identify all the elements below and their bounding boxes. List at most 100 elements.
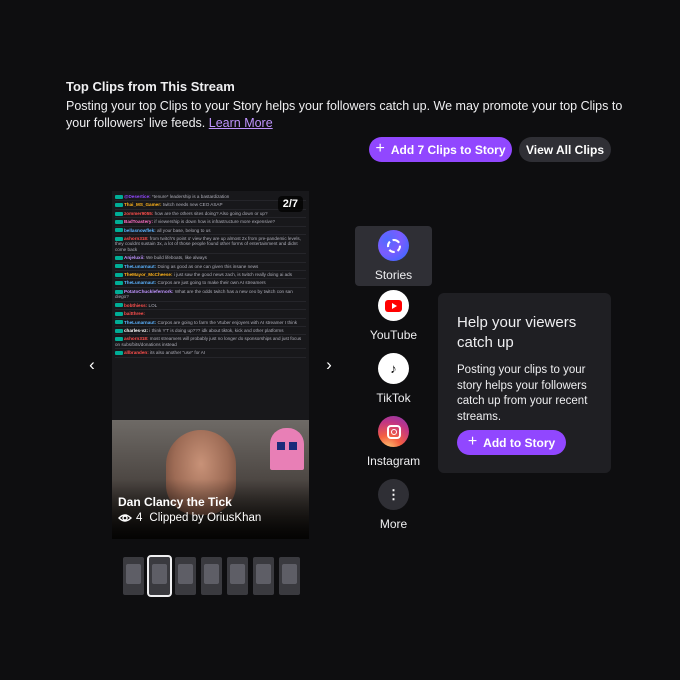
tiktok-icon: ♪ — [378, 353, 409, 384]
chat-message: TheLunarnaut: Doing as good as one can g… — [115, 263, 306, 272]
instagram-icon — [378, 416, 409, 447]
chat-text: how are the others sites doing? Also goi… — [154, 210, 268, 216]
chat-text: twitch needs new CEO ASAP — [162, 202, 223, 208]
platform-label: More — [379, 517, 408, 531]
chat-message: BadToastery: if viewership is down how i… — [115, 218, 306, 227]
eye-icon — [118, 514, 132, 522]
chat-username: TheMayor_McCheese: — [124, 272, 173, 278]
platform-stories[interactable]: Stories — [355, 226, 432, 286]
clip-preview[interactable]: @Desertice: *tenure* leadership is a bas… — [112, 191, 309, 539]
chat-badge-icon — [115, 236, 123, 241]
chat-username: @Desertice: — [124, 194, 151, 199]
add-clips-label: Add 7 Clips to Story — [390, 142, 506, 157]
chat-username: TheLunarnaut: — [124, 280, 157, 286]
clip-thumbnail[interactable] — [253, 557, 274, 595]
chevron-right-icon[interactable]: › — [321, 356, 337, 374]
chat-username: zommer9055: — [124, 210, 154, 216]
more-icon: ⋮ — [378, 479, 409, 510]
chat-username: Anjeluxii: — [124, 255, 145, 261]
chat-message: bellasnowflek: all your base, belong to … — [115, 227, 306, 236]
plus-icon: + — [375, 139, 385, 157]
chat-username: charles-vz: — [124, 327, 149, 333]
clip-thumbnail[interactable] — [175, 557, 196, 595]
platform-more[interactable]: ⋮ More — [355, 475, 432, 538]
chat-username: PotatoChucklefernork: — [124, 288, 174, 294]
chat-username: TheLunarnaut: — [124, 319, 157, 325]
clip-thumbnail[interactable] — [279, 557, 300, 595]
chat-username: TheLunarnaut: — [124, 263, 157, 269]
chat-message: zommer9055: how are the others sites doi… — [115, 210, 306, 219]
pixel-ghost-image — [270, 428, 304, 470]
clip-counter: 2/7 — [277, 196, 303, 212]
chat-badge-icon — [115, 194, 123, 199]
platform-label: Instagram — [366, 454, 421, 468]
platform-label: Stories — [374, 268, 413, 282]
chat-username: BadToastery: — [124, 219, 154, 225]
chat-badge-icon — [115, 289, 123, 294]
stories-icon — [378, 230, 409, 261]
chat-message: TheLunarnaut: Corpos are going to farm t… — [115, 319, 306, 327]
chat-badge-icon — [115, 350, 123, 355]
section-description: Posting your top Clips to your Story hel… — [66, 98, 626, 132]
chat-text: i just saw the good news zach, is twitch… — [173, 272, 293, 278]
platform-label: TikTok — [376, 391, 411, 405]
chat-badge-icon — [115, 272, 123, 277]
learn-more-link[interactable]: Learn More — [209, 116, 273, 130]
chat-badge-icon — [115, 256, 123, 261]
clip-thumbnail[interactable] — [147, 555, 172, 597]
chat-text: Corpos are just going to make their own … — [157, 280, 266, 286]
chat-badge-icon — [115, 281, 123, 286]
chat-username: allbranden: — [124, 350, 149, 356]
chat-username: ashorn318: — [124, 336, 149, 342]
chat-text: LOL — [148, 302, 158, 308]
chat-badge-icon — [115, 311, 123, 316]
thumbnail-strip — [123, 555, 300, 597]
clip-title: Dan Clancy the Tick — [118, 495, 232, 509]
chat-message: TheLunarnaut: Corpos are just going to m… — [115, 279, 306, 288]
chevron-left-icon[interactable]: ‹ — [84, 356, 100, 374]
clipped-by: Clipped by OriusKhan — [149, 512, 262, 524]
video-gradient — [112, 479, 309, 539]
platform-label: YouTube — [369, 328, 418, 342]
chat-text: i think Y'T is doing up??? idk about tik… — [149, 327, 284, 333]
clip-thumbnail[interactable] — [201, 557, 222, 595]
description-text: Posting your top Clips to your Story hel… — [66, 99, 623, 130]
chat-badge-icon — [115, 337, 123, 342]
chat-text: We build lifeboats, like always — [145, 255, 207, 261]
youtube-icon — [378, 290, 409, 321]
platform-tiktok[interactable]: ♪ TikTok — [355, 349, 432, 412]
chat-username: bobthiess: — [124, 302, 148, 308]
clip-thumbnail[interactable] — [227, 557, 248, 595]
clip-meta: 4 Clipped by OriusKhan — [118, 512, 261, 524]
view-count: 4 — [136, 512, 143, 524]
chat-message: baitthree: — [115, 310, 306, 319]
platform-youtube[interactable]: YouTube — [355, 286, 432, 349]
clip-thumbnail[interactable] — [123, 557, 144, 595]
chat-text: Doing as good as one can given this insa… — [157, 263, 259, 269]
add-clips-to-story-button[interactable]: + Add 7 Clips to Story — [369, 137, 512, 162]
chat-badge-icon — [115, 303, 123, 308]
view-all-clips-button[interactable]: View All Clips — [519, 137, 611, 162]
chat-username: bellasnowflek: — [124, 227, 156, 233]
platform-list: Stories YouTube ♪ TikTok Instagram ⋮ Mor… — [355, 226, 432, 538]
platform-instagram[interactable]: Instagram — [355, 412, 432, 475]
chat-message: ashorn318: most streamers will probably … — [115, 335, 306, 350]
chat-overlay: @Desertice: *tenure* leadership is a bas… — [112, 191, 309, 420]
clips-header: Top Clips from This Stream Posting your … — [66, 79, 626, 132]
chat-text: *tenure* leadership is a bastardization — [151, 194, 230, 199]
promo-card: Help your viewers catch up Posting your … — [438, 293, 611, 473]
chat-text: all your base, belong to us — [156, 227, 211, 233]
section-title: Top Clips from This Stream — [66, 79, 235, 94]
chat-badge-icon — [115, 228, 123, 233]
chat-badge-icon — [115, 264, 123, 269]
chat-text: its also another "use" for AI — [150, 350, 206, 356]
chat-message: Anjeluxii: We build lifeboats, like alwa… — [115, 254, 306, 263]
chat-text: Corpos are going to farm the Vtuber enjo… — [157, 319, 298, 325]
chat-badge-icon — [115, 211, 123, 216]
chat-username: baitthree: — [124, 311, 145, 317]
chat-badge-icon — [115, 203, 123, 208]
add-to-story-button[interactable]: + Add to Story — [457, 430, 566, 455]
plus-icon: + — [467, 432, 478, 450]
chat-badge-icon — [115, 220, 123, 224]
chat-badge-icon — [115, 320, 123, 325]
